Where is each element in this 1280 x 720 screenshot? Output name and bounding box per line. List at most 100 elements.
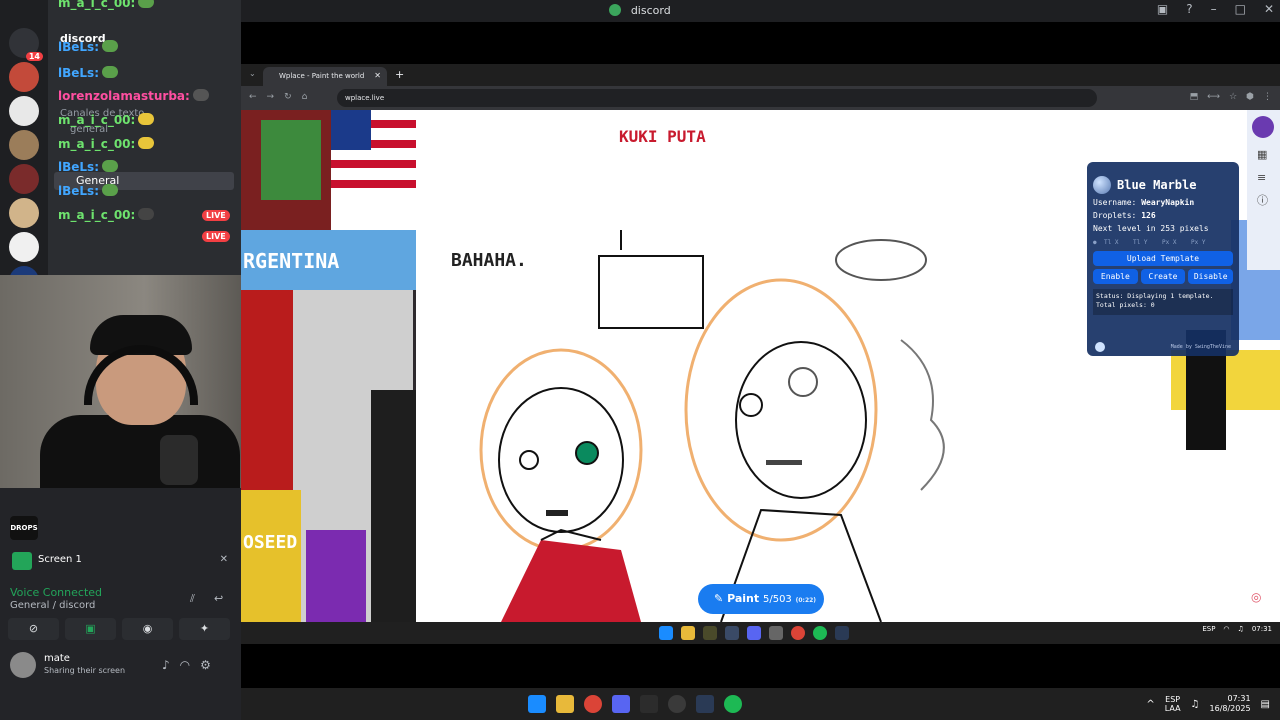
tab-close-icon[interactable]: ✕ xyxy=(374,71,381,80)
server-icon[interactable] xyxy=(9,96,39,126)
volume-icon[interactable]: ♫ xyxy=(1238,625,1244,633)
install-icon[interactable]: ⬒ xyxy=(1190,92,1199,102)
dark-block xyxy=(371,390,416,622)
steam-icon[interactable] xyxy=(725,626,739,640)
start-icon[interactable] xyxy=(528,695,546,713)
server-icon[interactable] xyxy=(9,130,39,160)
inbox-icon[interactable]: ▣ xyxy=(1157,2,1168,16)
translate-icon[interactable]: ⟷ xyxy=(1207,92,1220,102)
back-icon[interactable]: ← xyxy=(249,92,257,102)
extension-icon[interactable]: ⬢ xyxy=(1246,92,1254,102)
globe-icon[interactable] xyxy=(1093,176,1111,194)
tray-time[interactable]: 07:31 xyxy=(1252,625,1272,633)
steam-icon[interactable] xyxy=(696,695,714,713)
pixel-y-input[interactable]: Px Y xyxy=(1191,239,1217,246)
close-icon[interactable]: ✕ xyxy=(1264,2,1274,16)
epic-icon[interactable] xyxy=(640,695,658,713)
locate-icon[interactable]: ◎ xyxy=(1251,590,1261,604)
help-icon[interactable]: ? xyxy=(1186,2,1192,16)
chrome-icon[interactable] xyxy=(584,695,602,713)
pin-icon[interactable]: ● xyxy=(1093,239,1101,246)
address-input[interactable]: wplace.live xyxy=(337,89,1097,107)
server-icon[interactable] xyxy=(9,62,39,92)
emote-icon xyxy=(138,113,155,125)
yellow-block xyxy=(241,490,301,622)
obs-icon[interactable] xyxy=(668,695,686,713)
steam-icon[interactable] xyxy=(835,626,849,640)
wplace-canvas[interactable]: RGENTINA OSEED KUKI PUTA BAHAHA. Blue Ma… xyxy=(241,110,1280,622)
notification-icon[interactable]: ▤ xyxy=(1261,699,1270,710)
soundboard-button[interactable]: ✦ xyxy=(179,618,230,640)
maximize-icon[interactable]: □ xyxy=(1235,2,1246,16)
bahaha-text: BAHAHA. xyxy=(451,250,527,271)
tray-lang[interactable]: ESP xyxy=(1202,625,1215,633)
emote-icon xyxy=(102,66,118,78)
store-icon[interactable]: ▦ xyxy=(1257,148,1270,161)
forward-icon[interactable]: → xyxy=(267,92,275,102)
server-icon[interactable] xyxy=(9,232,39,262)
minimize-icon[interactable]: – xyxy=(1211,2,1217,16)
noise-suppression-icon[interactable]: ⫽ xyxy=(190,592,195,606)
enable-button[interactable]: Enable xyxy=(1093,269,1138,284)
home-button[interactable]: 14 xyxy=(9,28,43,61)
voice-location[interactable]: General / discord xyxy=(10,600,95,611)
app-icon[interactable] xyxy=(769,626,783,640)
live-badge: LIVE xyxy=(202,210,230,221)
screen-share-item[interactable]: Screen 1 ✕ xyxy=(8,550,236,572)
drops-icon[interactable]: DROPS xyxy=(10,516,38,540)
tile-y-input[interactable]: Tl Y xyxy=(1133,239,1159,246)
wifi-icon[interactable]: ◠ xyxy=(1223,625,1229,633)
start-icon[interactable] xyxy=(659,626,673,640)
next-level-row: Next level in 253 pixels xyxy=(1093,224,1209,233)
spotify-icon[interactable] xyxy=(813,626,827,640)
leaderboard-icon[interactable]: ≡ xyxy=(1257,171,1270,184)
paint-button[interactable]: ✎ Paint 5/503 (0:22) xyxy=(698,584,824,614)
mic-icon[interactable]: ♪ xyxy=(162,658,170,672)
reload-icon[interactable]: ↻ xyxy=(284,92,292,102)
close-screen-icon[interactable]: ✕ xyxy=(220,554,228,565)
activity-button[interactable]: ◉ xyxy=(122,618,173,640)
screen-icon xyxy=(12,552,32,570)
disconnect-icon[interactable]: ↩ xyxy=(214,592,223,605)
camera-off-button[interactable]: ⊘ xyxy=(8,618,59,640)
discord-icon[interactable] xyxy=(747,626,761,640)
chevron-up-icon[interactable]: ^ xyxy=(1146,699,1154,710)
avatar[interactable] xyxy=(1252,116,1274,138)
headset-icon[interactable]: ◠ xyxy=(180,658,190,672)
os-taskbar: ^ ESP LAA ♫ 07:31 16/8/2025 ▤ xyxy=(241,688,1280,720)
app-icon[interactable] xyxy=(703,626,717,640)
info-icon[interactable]: ⓘ xyxy=(1257,192,1270,208)
folder-icon[interactable] xyxy=(681,626,695,640)
folder-icon[interactable] xyxy=(556,695,574,713)
screen-label: Screen 1 xyxy=(38,554,82,565)
chrome-icon[interactable] xyxy=(791,626,805,640)
pixel-x-input[interactable]: Px X xyxy=(1162,239,1188,246)
tab-search-icon[interactable]: ⌄ xyxy=(249,69,256,78)
user-name: mate xyxy=(44,653,70,664)
tile-x-input[interactable]: Tl X xyxy=(1104,239,1130,246)
language-indicator[interactable]: ESP LAA xyxy=(1165,695,1181,713)
discord-icon[interactable] xyxy=(612,695,630,713)
new-tab-icon[interactable]: + xyxy=(395,68,404,81)
create-button[interactable]: Create xyxy=(1140,269,1186,284)
menu-icon[interactable]: ⋮ xyxy=(1263,92,1272,102)
chat-message: lorenzolamasturba: xyxy=(58,89,209,103)
paint-count: 5/503 xyxy=(762,594,792,605)
upload-template-button[interactable]: Upload Template xyxy=(1093,251,1233,266)
server-icon[interactable] xyxy=(9,198,39,228)
channel-pane: discord Canales de texto general General… xyxy=(48,0,241,280)
volume-icon[interactable]: ♫ xyxy=(1191,699,1200,710)
address-bar-row: ← → ↻ ⌂ wplace.live ⬒ ⟷ ☆ ⬢ ⋮ xyxy=(241,86,1280,110)
made-by: Made by SwingTheVine xyxy=(1170,344,1231,350)
stop-stream-button[interactable]: ▣ xyxy=(65,618,116,640)
clock[interactable]: 07:31 16/8/2025 xyxy=(1210,694,1251,714)
voice-connected-status[interactable]: Voice Connected xyxy=(10,586,102,599)
spotify-icon[interactable] xyxy=(724,695,742,713)
user-status: Sharing their screen xyxy=(44,666,126,675)
bookmark-icon[interactable]: ☆ xyxy=(1229,92,1237,102)
server-icon[interactable] xyxy=(9,164,39,194)
disable-button[interactable]: Disable xyxy=(1188,269,1234,284)
browser-tab[interactable]: Wplace - Paint the world ✕ xyxy=(263,67,387,86)
home-icon[interactable]: ⌂ xyxy=(302,92,308,102)
settings-icon[interactable]: ⚙ xyxy=(200,658,211,672)
